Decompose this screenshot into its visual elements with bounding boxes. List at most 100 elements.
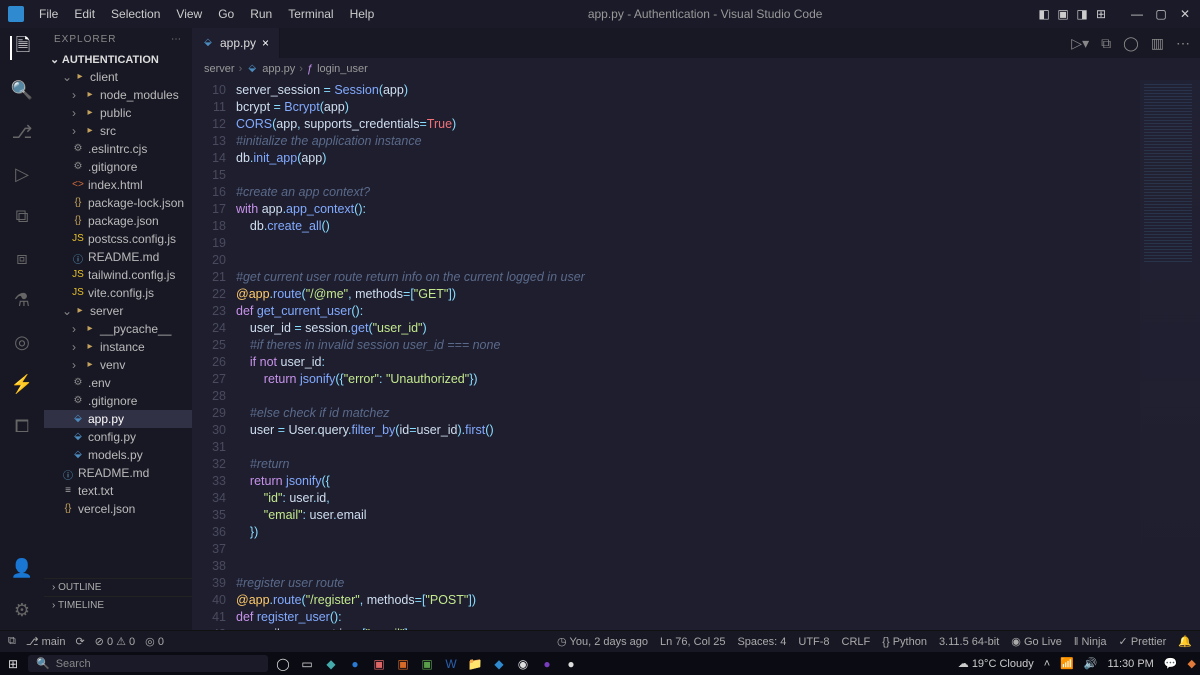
breadcrumb-symbol[interactable]: login_user — [317, 63, 368, 75]
toggle-primary-sidebar-icon[interactable]: ◧ — [1037, 7, 1051, 21]
remote-indicator-icon[interactable]: ⧉ — [8, 635, 16, 648]
indentation[interactable]: Spaces: 4 — [737, 636, 786, 648]
settings-gear-icon[interactable]: ⚙ — [10, 598, 34, 622]
menu-run[interactable]: Run — [243, 3, 279, 25]
minimap[interactable] — [1140, 80, 1200, 630]
file-tree-item[interactable]: ⬙models.py — [44, 446, 192, 464]
file-tree-item[interactable]: JSpostcss.config.js — [44, 230, 192, 248]
maximize-button[interactable]: ▢ — [1154, 7, 1168, 21]
breadcrumb-folder[interactable]: server — [204, 63, 235, 75]
ports[interactable]: ◎ 0 — [145, 635, 164, 648]
taskbar-search[interactable]: 🔍 Search — [28, 655, 268, 672]
explorer-icon[interactable]: 🗎 — [10, 36, 34, 60]
split-editor-icon[interactable]: ▥ — [1151, 35, 1164, 52]
problems[interactable]: ⊘ 0 ⚠ 0 — [95, 635, 136, 648]
clock[interactable]: 11:30 PM — [1108, 658, 1154, 670]
chrome-icon[interactable]: ◉ — [514, 655, 532, 673]
file-tree-item[interactable]: ⬙config.py — [44, 428, 192, 446]
encoding[interactable]: UTF-8 — [798, 636, 829, 648]
run-file-icon[interactable]: ▷▾ — [1071, 35, 1089, 52]
file-tree-item[interactable]: {}package-lock.json — [44, 194, 192, 212]
app-icon[interactable]: ▣ — [394, 655, 412, 673]
git-icon[interactable]: ◯ — [1123, 35, 1139, 52]
sidebar-more-icon[interactable]: ⋯ — [171, 34, 182, 45]
eol[interactable]: CRLF — [842, 636, 871, 648]
weather-widget[interactable]: ☁ 19°C Cloudy — [958, 657, 1034, 670]
remote-icon[interactable]: ⧈ — [10, 246, 34, 270]
file-tree-item[interactable]: <>index.html — [44, 176, 192, 194]
start-button[interactable]: ⊞ — [4, 655, 22, 673]
wifi-icon[interactable]: 📶 — [1060, 657, 1074, 670]
git-branch[interactable]: ⎇ main — [26, 635, 66, 648]
menu-view[interactable]: View — [169, 3, 209, 25]
go-live[interactable]: ◉ Go Live — [1011, 635, 1062, 648]
extensions-icon[interactable]: ⧉ — [10, 204, 34, 228]
app-icon[interactable]: ◆ — [322, 655, 340, 673]
code-editor[interactable]: 1011121314151617181920212223242526272829… — [192, 80, 1200, 630]
more-actions-icon[interactable]: ⋯ — [1176, 35, 1190, 52]
menu-file[interactable]: File — [32, 3, 65, 25]
copilot-icon[interactable]: ◆ — [1188, 657, 1196, 670]
search-icon[interactable]: 🔍 — [10, 78, 34, 102]
file-tree-item[interactable]: {}vercel.json — [44, 500, 192, 518]
layout-controls[interactable]: ◧ ▣ ◨ ⊞ — [1037, 7, 1108, 21]
cursor-position[interactable]: Ln 76, Col 25 — [660, 636, 725, 648]
close-button[interactable]: ✕ — [1178, 7, 1192, 21]
menu-go[interactable]: Go — [211, 3, 241, 25]
file-tree-item[interactable]: ⚙.eslintrc.cjs — [44, 140, 192, 158]
prettier[interactable]: ✓ Prettier — [1119, 635, 1167, 648]
notifications-icon[interactable]: 🔔 — [1178, 635, 1192, 648]
vscode-taskbar-icon[interactable]: ◆ — [490, 655, 508, 673]
file-tree-item[interactable]: ≡text.txt — [44, 482, 192, 500]
source-control-icon[interactable]: ⎇ — [10, 120, 34, 144]
breadcrumb[interactable]: server › ⬙ app.py › ƒ login_user — [192, 58, 1200, 80]
close-tab-icon[interactable]: × — [262, 36, 269, 50]
word-icon[interactable]: W — [442, 655, 460, 673]
notification-center-icon[interactable]: 💬 — [1164, 657, 1178, 670]
compare-icon[interactable]: ⧉ — [1101, 35, 1111, 52]
file-tree-item[interactable]: ⬙app.py — [44, 410, 192, 428]
app-icon[interactable]: ▣ — [418, 655, 436, 673]
app-icon[interactable]: ▣ — [370, 655, 388, 673]
menu-terminal[interactable]: Terminal — [281, 3, 340, 25]
menu-help[interactable]: Help — [343, 3, 382, 25]
customize-layout-icon[interactable]: ⊞ — [1094, 7, 1108, 21]
file-tree-item[interactable]: ⚙.env — [44, 374, 192, 392]
timeline-section[interactable]: TIMELINE — [44, 596, 192, 614]
toggle-panel-icon[interactable]: ▣ — [1056, 7, 1070, 21]
file-tree-item[interactable]: ⓘREADME.md — [44, 248, 192, 266]
tray-chevron-icon[interactable]: ˄ — [1044, 658, 1050, 670]
file-tree-item[interactable]: {}package.json — [44, 212, 192, 230]
file-tree-item[interactable]: ▸venv — [44, 356, 192, 374]
file-explorer-icon[interactable]: 📁 — [466, 655, 484, 673]
file-tree-item[interactable]: ▸instance — [44, 338, 192, 356]
accounts-icon[interactable]: 👤 — [10, 556, 34, 580]
tab-app-py[interactable]: ⬙ app.py × — [192, 28, 280, 58]
workspace-root[interactable]: AUTHENTICATION — [44, 51, 192, 68]
task-view-icon[interactable]: ▭ — [298, 655, 316, 673]
git-blame[interactable]: ◷ You, 2 days ago — [557, 635, 648, 648]
toggle-secondary-sidebar-icon[interactable]: ◨ — [1075, 7, 1089, 21]
file-tree-item[interactable]: ⚙.gitignore — [44, 158, 192, 176]
terminal-panel-icon[interactable]: ⧠ — [10, 414, 34, 438]
file-tree-item[interactable]: ▸server — [44, 302, 192, 320]
cortana-icon[interactable]: ◯ — [274, 655, 292, 673]
file-tree-item[interactable]: ⚙.gitignore — [44, 392, 192, 410]
file-tree-item[interactable]: ▸client — [44, 68, 192, 86]
outline-section[interactable]: OUTLINE — [44, 578, 192, 596]
file-tree-item[interactable]: JStailwind.config.js — [44, 266, 192, 284]
thunder-icon[interactable]: ⚡ — [10, 372, 34, 396]
file-tree-item[interactable]: ▸src — [44, 122, 192, 140]
edge-icon[interactable]: ● — [346, 655, 364, 673]
file-tree-item[interactable]: ▸node_modules — [44, 86, 192, 104]
file-tree-item[interactable]: ⓘREADME.md — [44, 464, 192, 482]
python-interpreter[interactable]: 3.11.5 64-bit — [939, 636, 999, 648]
run-debug-icon[interactable]: ▷ — [10, 162, 34, 186]
file-tree-item[interactable]: JSvite.config.js — [44, 284, 192, 302]
breadcrumb-file[interactable]: app.py — [262, 63, 295, 75]
sync-icon[interactable]: ⟳ — [75, 635, 84, 648]
app-icon[interactable]: ● — [538, 655, 556, 673]
menu-selection[interactable]: Selection — [104, 3, 167, 25]
database-icon[interactable]: ◎ — [10, 330, 34, 354]
ninja[interactable]: ‖ Ninja — [1074, 636, 1107, 648]
